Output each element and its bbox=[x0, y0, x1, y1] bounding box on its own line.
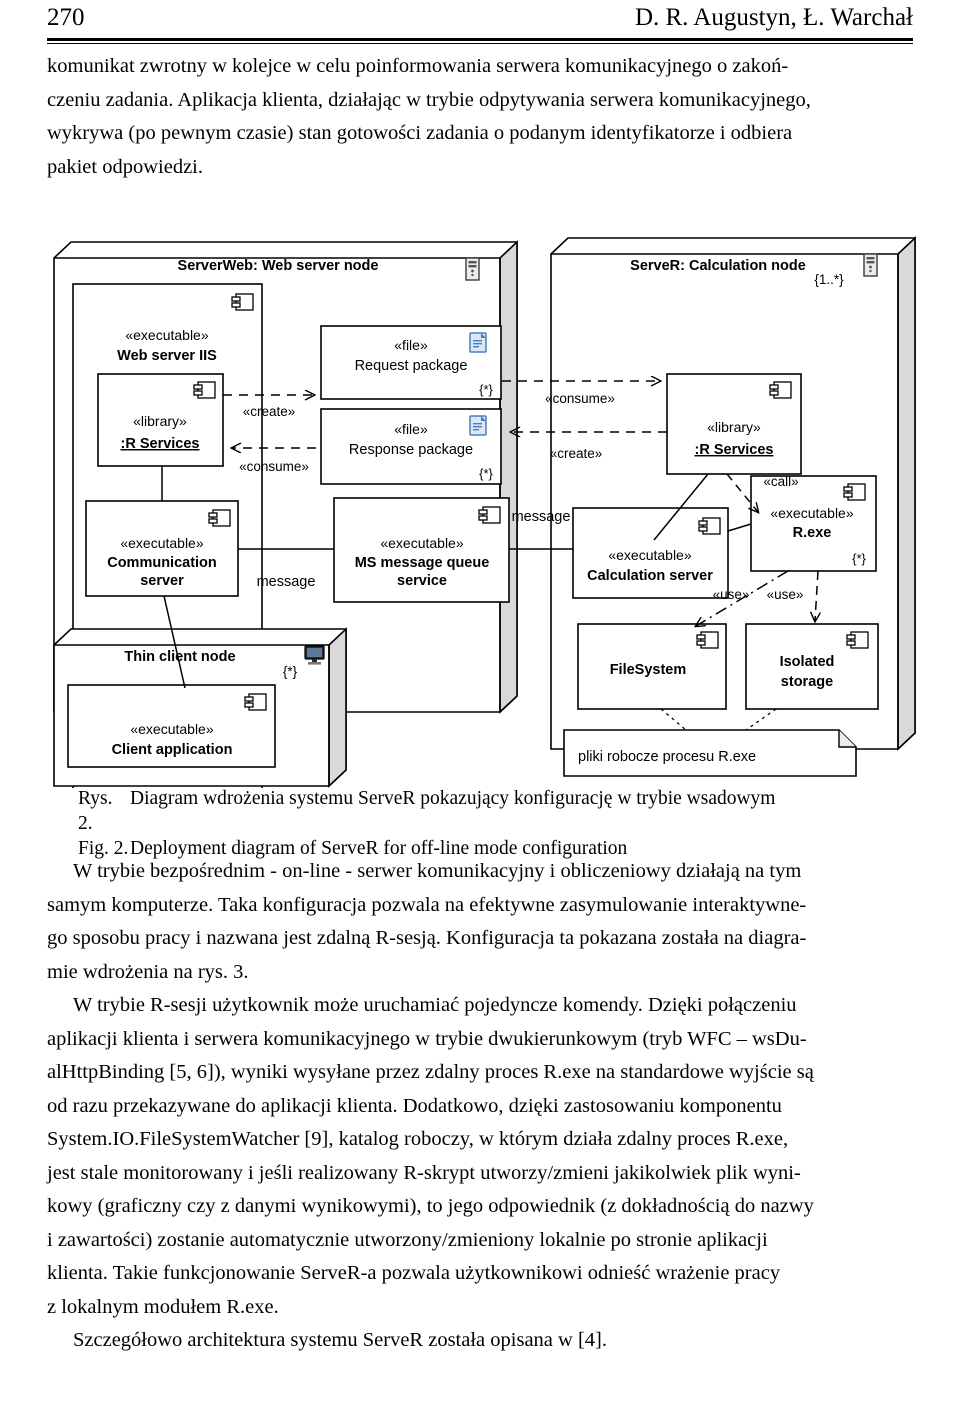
node-thin-client-multiplicity: {*} bbox=[283, 664, 298, 679]
r-services-calc-name: :R Services bbox=[695, 442, 774, 458]
file-system-name: FileSystem bbox=[610, 662, 687, 678]
paragraph-above-figure: komunikat zwrotny w kolejce w celu poinf… bbox=[47, 50, 913, 184]
note-text: pliki robocze procesu R.exe bbox=[578, 749, 756, 765]
response-package-name: Response package bbox=[349, 442, 473, 458]
running-head: 270 D. R. Augustyn, Ł. Warchał bbox=[47, 4, 913, 32]
edge-create-calc-label: «create» bbox=[550, 446, 603, 461]
text-line: komunikat zwrotny w kolejce w celu poinf… bbox=[47, 55, 789, 77]
caption-label-pl: Rys. 2. bbox=[78, 788, 113, 834]
component-file-system: FileSystem bbox=[577, 623, 727, 710]
edge-create-web-label: «create» bbox=[243, 404, 296, 419]
server-tower-icon bbox=[465, 257, 480, 281]
isolated-storage-name-2: storage bbox=[781, 674, 833, 690]
web-server-iis-name: Web server IIS bbox=[117, 348, 217, 364]
node-server-r-multiplicity: {1..*} bbox=[814, 272, 844, 287]
header-rule-thick bbox=[47, 38, 913, 41]
component-client-application: «executable» Client application bbox=[67, 684, 276, 768]
header-rule-thin bbox=[47, 43, 913, 44]
ms-message-queue-name-2: service bbox=[397, 573, 447, 589]
r-services-calc-stereotype: «library» bbox=[707, 419, 761, 435]
isolated-storage-name-1: Isolated bbox=[780, 654, 835, 670]
r-services-web-name: :R Services bbox=[121, 436, 200, 452]
server-tower-icon bbox=[863, 253, 878, 277]
communication-server-stereotype: «executable» bbox=[120, 535, 204, 551]
ms-message-queue-name-1: MS message queue bbox=[355, 555, 490, 571]
response-package-stereotype: «file» bbox=[394, 421, 428, 437]
text-line: czeniu zadania. Aplikacja klienta, dział… bbox=[47, 88, 811, 111]
text-line: wykrywa (po pewnym czasie) stan gotowośc… bbox=[47, 122, 793, 144]
edge-message-left-label: message bbox=[257, 574, 316, 590]
deployment-diagram: ServerWeb: Web server node «executable» … bbox=[46, 236, 924, 788]
component-communication-server: «executable» Communication server bbox=[85, 500, 239, 597]
caption-row-pl: Rys. 2. Diagram wdrożenia systemu ServeR… bbox=[78, 786, 938, 836]
r-services-web-stereotype: «library» bbox=[133, 413, 187, 429]
component-r-services-web: «library» :R Services bbox=[97, 373, 224, 467]
communication-server-name-2: server bbox=[140, 573, 184, 589]
edge-message-right-label: message bbox=[512, 509, 571, 525]
node-server-web-title: ServerWeb: Web server node bbox=[178, 258, 379, 274]
document-icon bbox=[469, 415, 487, 436]
client-application-name: Client application bbox=[112, 742, 233, 758]
figure-caption: Rys. 2. Diagram wdrożenia systemu ServeR… bbox=[78, 786, 938, 861]
ms-message-queue-stereotype: «executable» bbox=[380, 535, 464, 551]
response-package-multiplicity: {*} bbox=[479, 466, 493, 481]
text-line: Szczegółowo architektura systemu ServeR … bbox=[73, 1329, 607, 1351]
text-line: System.IO.FileSystemWatcher [9], katalog… bbox=[47, 1128, 789, 1150]
note-working-files: pliki robocze procesu R.exe bbox=[563, 729, 857, 777]
text-line: W trybie bezpośrednim - on-line - serwer… bbox=[73, 860, 802, 882]
r-exe-name: R.exe bbox=[793, 525, 832, 541]
document-icon bbox=[469, 332, 487, 353]
text-line: i zawartości) zostanie automatycznie utw… bbox=[47, 1228, 768, 1251]
text-line: mie wdrożenia na rys. 3. bbox=[47, 960, 249, 983]
component-isolated-storage: Isolated storage bbox=[745, 623, 879, 710]
edge-consume-calc-label: «consume» bbox=[545, 391, 615, 406]
component-ms-message-queue: «executable» MS message queue service bbox=[333, 497, 510, 603]
node-server-r-title: ServeR: Calculation node bbox=[630, 258, 806, 274]
paragraph-below-figure: W trybie bezpośrednim - on-line - serwer… bbox=[47, 855, 915, 1358]
text-line: od razu przekazywane do aplikacji klient… bbox=[47, 1094, 782, 1117]
web-server-iis-stereotype: «executable» bbox=[125, 327, 209, 343]
author-names: D. R. Augustyn, Ł. Warchał bbox=[634, 4, 913, 31]
calculation-server-stereotype: «executable» bbox=[608, 547, 692, 563]
text-line: pakiet odpowiedzi. bbox=[47, 155, 203, 178]
text-line: kowy (graficzny czy z danymi wynikowymi)… bbox=[47, 1195, 814, 1217]
text-line: z lokalnym modułem R.exe. bbox=[47, 1295, 279, 1318]
text-line: go sposobu pracy i nazwana jest zdalną R… bbox=[47, 927, 807, 949]
component-calculation-server: «executable» Calculation server bbox=[572, 507, 729, 599]
page: 270 D. R. Augustyn, Ł. Warchał komunikat… bbox=[0, 0, 960, 1420]
component-r-exe: «executable» R.exe {*} bbox=[750, 475, 877, 572]
communication-server-name-1: Communication bbox=[107, 555, 217, 571]
calculation-server-name: Calculation server bbox=[587, 568, 713, 584]
request-package-stereotype: «file» bbox=[394, 337, 428, 353]
page-number: 270 bbox=[47, 4, 85, 31]
request-package-multiplicity: {*} bbox=[479, 382, 493, 397]
component-request-package: «file» Request package {*} bbox=[320, 325, 502, 400]
request-package-name: Request package bbox=[355, 358, 468, 374]
r-exe-multiplicity: {*} bbox=[852, 551, 866, 566]
component-response-package: «file» Response package {*} bbox=[320, 408, 502, 485]
text-line: alHttpBinding [5, 6]), wyniki wysyłane p… bbox=[47, 1061, 814, 1083]
text-line: aplikacji klienta i serwera komunikacyjn… bbox=[47, 1027, 807, 1050]
caption-text-pl: Diagram wdrożenia systemu ServeR pokazuj… bbox=[130, 788, 776, 809]
edge-use-isolated-label: «use» bbox=[767, 587, 804, 602]
edge-use-filesystem-label: «use» bbox=[713, 587, 750, 602]
component-r-services-calc: «library» :R Services bbox=[666, 373, 802, 475]
text-line: W trybie R-sesji użytkownik może urucham… bbox=[73, 994, 797, 1016]
edge-consume-web-label: «consume» bbox=[239, 459, 309, 474]
client-application-stereotype: «executable» bbox=[130, 721, 214, 737]
text-line: jest stale monitorowany i jeśli realizow… bbox=[47, 1161, 801, 1184]
text-line: samym komputerze. Taka konfiguracja pozw… bbox=[47, 893, 807, 916]
r-exe-stereotype: «executable» bbox=[770, 505, 854, 521]
edge-call-label: «call» bbox=[763, 474, 798, 489]
text-line: klienta. Takie funkcjonowanie ServeR-a p… bbox=[47, 1262, 781, 1284]
node-thin-client-title: Thin client node bbox=[124, 649, 235, 665]
